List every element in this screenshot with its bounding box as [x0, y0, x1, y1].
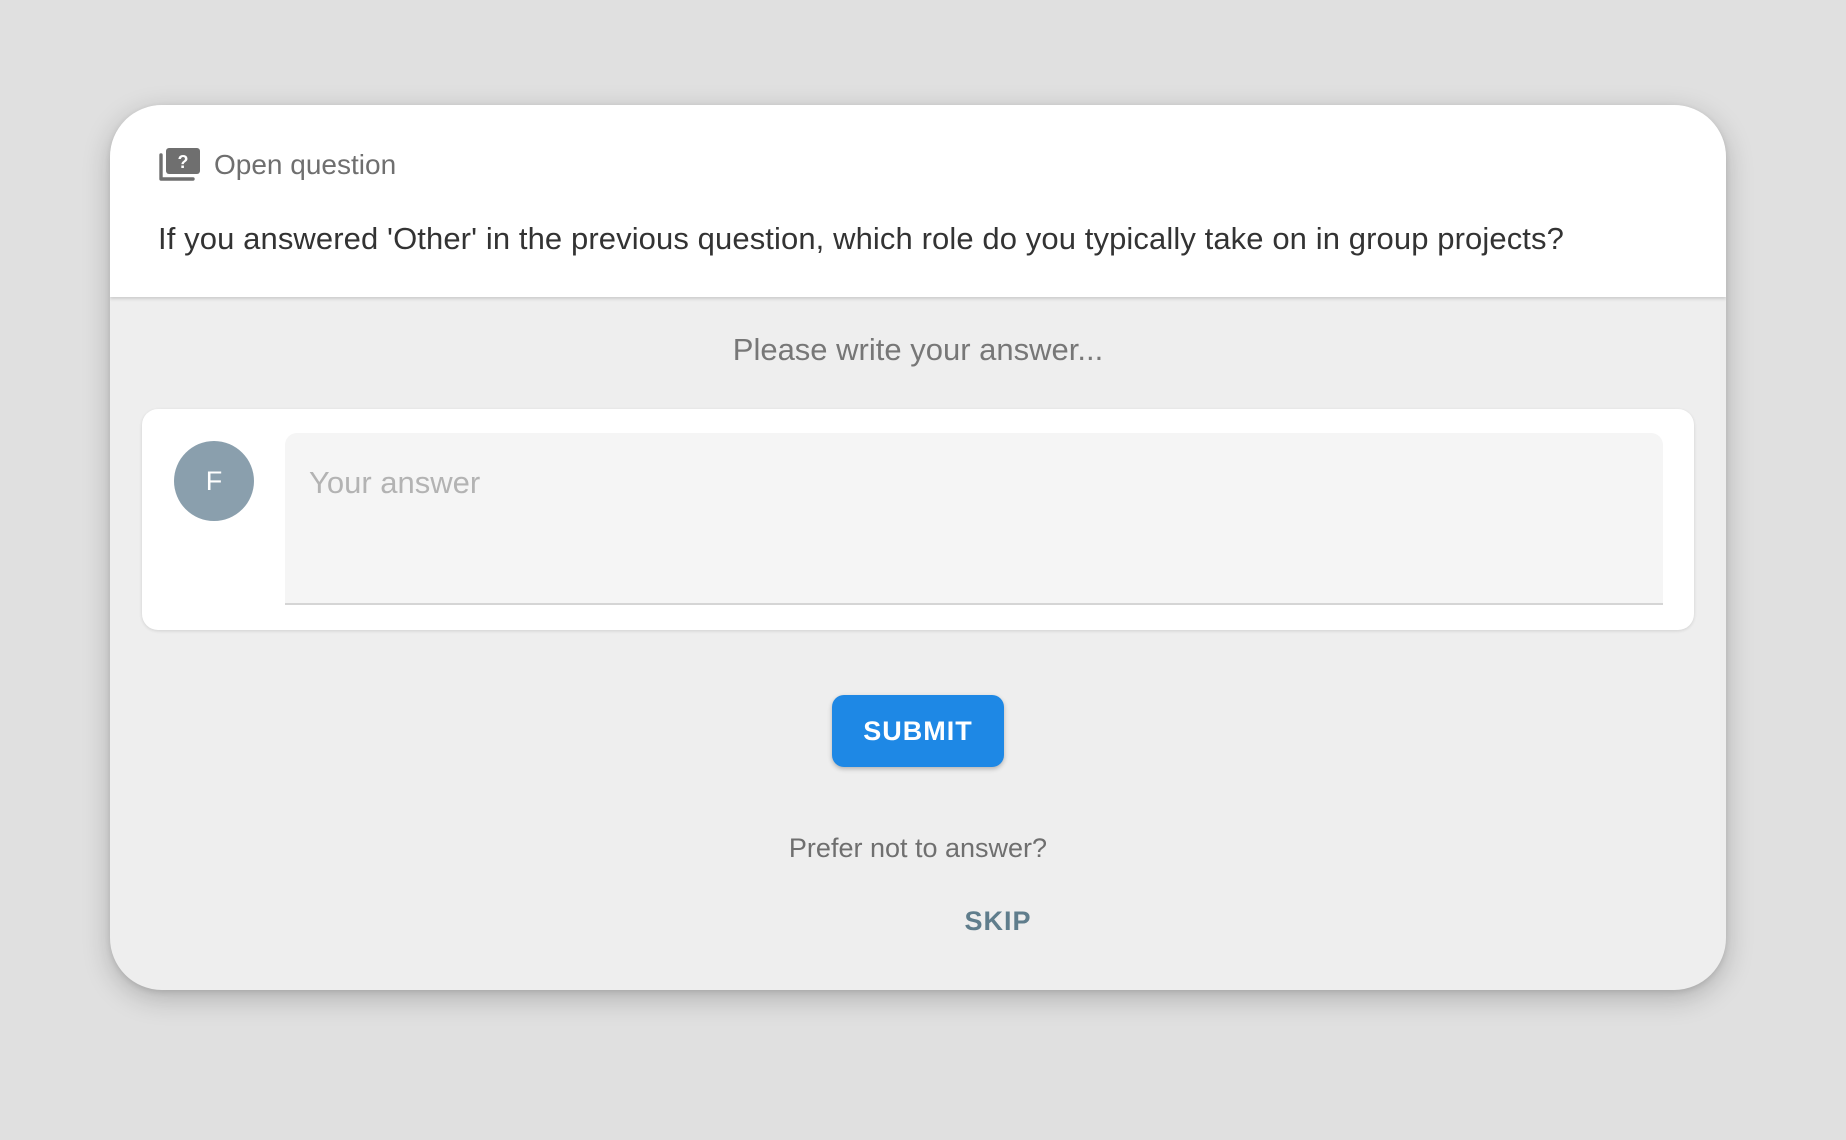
- avatar-initial: F: [205, 465, 223, 496]
- question-card-icon: ?: [158, 148, 200, 182]
- answer-prompt: Please write your answer...: [732, 332, 1104, 367]
- avatar: F: [174, 441, 254, 521]
- prefer-not-text: Prefer not to answer?: [788, 833, 1048, 863]
- submit-button[interactable]: SUBMIT: [832, 695, 1004, 767]
- question-card: ? Open question If you answered 'Other' …: [110, 105, 1726, 990]
- skip-button[interactable]: SKIP: [958, 900, 1038, 942]
- answer-box: F: [142, 409, 1694, 630]
- question-text: If you answered 'Other' in the previous …: [158, 221, 1564, 256]
- answer-input[interactable]: [285, 433, 1663, 605]
- question-type-label: Open question: [214, 149, 397, 180]
- question-type: ? Open question: [158, 145, 396, 185]
- svg-text:?: ?: [178, 152, 189, 172]
- question-header: ? Open question If you answered 'Other' …: [110, 105, 1726, 297]
